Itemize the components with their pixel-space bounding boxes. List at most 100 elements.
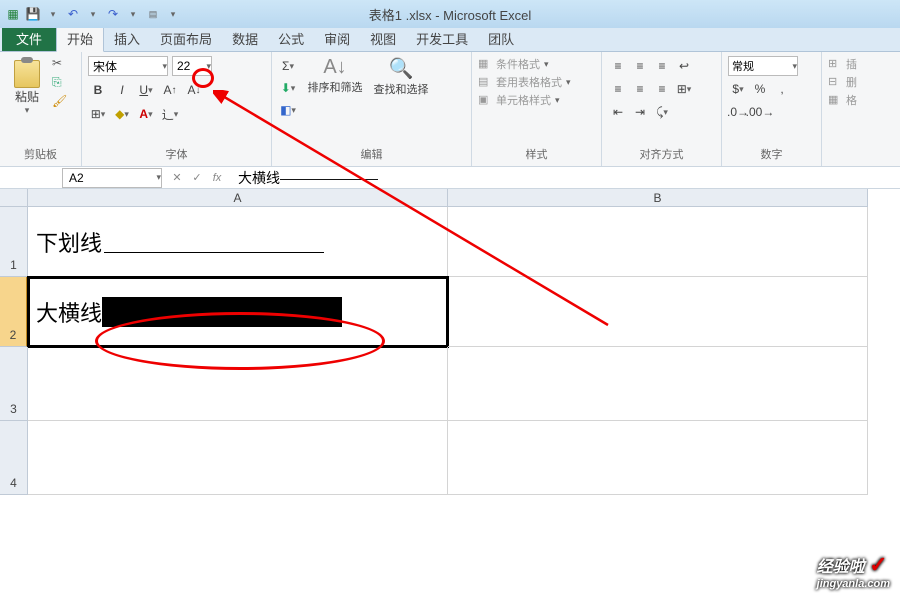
font-size-select[interactable]: 22 ▾ [172,56,212,76]
cancel-formula-icon[interactable]: ✕ [168,169,186,187]
fill-color-button[interactable]: ◆▾ [112,104,132,124]
align-top-button[interactable]: ≡ [608,56,628,76]
number-format-select[interactable]: 常规 ▾ [728,56,798,76]
row-header-4[interactable]: 4 [0,421,28,495]
delete-cells-button[interactable]: ⊟删 [828,74,874,90]
orientation-button[interactable]: ⤹▾ [652,102,672,122]
col-header-b[interactable]: B [448,189,868,207]
cell-b3[interactable] [448,347,868,421]
file-tab[interactable]: 文件 [2,26,56,51]
align-right-button[interactable]: ≡ [652,79,672,99]
format-cells-button[interactable]: ▦格 [828,92,874,108]
align-bottom-button[interactable]: ≡ [652,56,672,76]
cell-a4[interactable] [28,421,448,495]
chevron-down-icon: ▾ [792,61,797,72]
phonetic-button[interactable]: ⻌▾ [160,104,180,124]
save-icon[interactable]: 💾 [24,5,42,23]
row-header-3[interactable]: 3 [0,347,28,421]
wrap-text-button[interactable]: ↩ [674,56,694,76]
check-icon: ✓ [869,552,887,577]
row-header-2[interactable]: 2 [0,277,28,347]
cell-b2[interactable] [448,277,868,347]
cell-b4[interactable] [448,421,868,495]
border-button[interactable]: ⊞▾ [88,104,108,124]
col-header-a[interactable]: A [28,189,448,207]
tab-team[interactable]: 团队 [478,26,524,51]
cut-icon[interactable]: ✂ [52,56,68,72]
cell-a2[interactable]: 大横线 [28,277,448,347]
row-header-1[interactable]: 1 [0,207,28,277]
group-styles: ▦条件格式▾ ▤套用表格格式▾ ▣单元格样式▾ 样式 [472,52,602,166]
bold-button[interactable]: B [88,80,108,100]
format-painter-icon[interactable]: 🖌 [52,94,68,110]
cell-a3[interactable] [28,347,448,421]
italic-button[interactable]: I [112,80,132,100]
decrease-indent-button[interactable]: ⇤ [608,102,628,122]
watermark: 经验啦 ✓ jingyanla.com [817,552,890,590]
clear-button[interactable]: ◧▾ [278,100,298,120]
increase-indent-button[interactable]: ⇥ [630,102,650,122]
excel-icon[interactable]: ▦ [4,5,22,23]
conditional-format-button[interactable]: ▦条件格式▾ [478,56,595,72]
cell-b1[interactable] [448,207,868,277]
insert-icon: ⊞ [828,57,842,71]
name-box[interactable]: A2 ▾ [62,168,162,188]
decrease-decimal-button[interactable]: .00→ [750,102,770,122]
group-alignment-label: 对齐方式 [608,146,715,164]
currency-button[interactable]: $▾ [728,79,748,99]
table-format-icon: ▤ [478,75,492,89]
sort-filter-button[interactable]: A↓ 排序和筛选 [306,56,364,95]
copy-icon[interactable]: ⎘ [52,75,68,91]
tab-layout[interactable]: 页面布局 [150,26,222,51]
tab-view[interactable]: 视图 [360,26,406,51]
tab-data[interactable]: 数据 [222,26,268,51]
cell-style-icon: ▣ [478,93,492,107]
group-font-label: 字体 [88,146,265,164]
underline-button[interactable]: U▾ [136,80,156,100]
tab-insert[interactable]: 插入 [104,26,150,51]
align-left-button[interactable]: ≡ [608,79,628,99]
tab-devtools[interactable]: 开发工具 [406,26,478,51]
redo-icon[interactable]: ↷ [104,5,122,23]
align-center-button[interactable]: ≡ [630,79,650,99]
table-format-button[interactable]: ▤套用表格格式▾ [478,74,595,90]
group-alignment: ≡ ≡ ≡ ↩ ≡ ≡ ≡ ⊞▾ ⇤ ⇥ ⤹▾ 对齐方式 [602,52,722,166]
table-format-label: 套用表格格式 [496,74,562,90]
align-middle-button[interactable]: ≡ [630,56,650,76]
formula-input[interactable]: 大横线——————— [232,168,900,188]
tab-formulas[interactable]: 公式 [268,26,314,51]
font-color-button[interactable]: A▾ [136,104,156,124]
merge-button[interactable]: ⊞▾ [674,79,694,99]
delete-icon: ⊟ [828,75,842,89]
redo-drop-icon[interactable]: ▾ [124,5,142,23]
undo-icon[interactable]: ↶ [64,5,82,23]
cell-style-label: 单元格样式 [496,92,551,108]
comma-button[interactable]: , [772,79,792,99]
font-name-select[interactable]: 宋体 ▾ [88,56,168,76]
select-all-corner[interactable] [0,189,28,207]
qat-drop-icon[interactable]: ▾ [44,5,62,23]
chevron-down-icon: ▾ [162,61,167,72]
percent-button[interactable]: % [750,79,770,99]
grow-font-button[interactable]: A↑ [160,80,180,100]
qat-more-icon[interactable]: ▾ [164,5,182,23]
autosum-button[interactable]: Σ▾ [278,56,298,76]
shrink-font-button[interactable]: A↓ [184,80,204,100]
paste-drop-icon: ▾ [25,105,30,116]
enter-formula-icon[interactable]: ✓ [188,169,206,187]
tab-review[interactable]: 审阅 [314,26,360,51]
font-size-value: 22 [177,59,190,73]
find-select-button[interactable]: 🔍 查找和选择 [372,56,430,97]
undo-drop-icon[interactable]: ▾ [84,5,102,23]
insert-cells-button[interactable]: ⊞插 [828,56,874,72]
qat-customize-icon[interactable]: ▤ [144,5,162,23]
cell-a1[interactable]: 下划线 [28,207,448,277]
ribbon: 粘贴 ▾ ✂ ⎘ 🖌 剪贴板 宋体 ▾ 22 ▾ [0,52,900,167]
fx-icon[interactable]: fx [208,169,226,187]
group-number-label: 数字 [728,146,815,164]
cell-styles-button[interactable]: ▣单元格样式▾ [478,92,595,108]
group-styles-label: 样式 [478,146,595,164]
tab-home[interactable]: 开始 [56,25,104,52]
paste-button[interactable]: 粘贴 ▾ [6,56,48,146]
fill-button[interactable]: ⬇▾ [278,78,298,98]
